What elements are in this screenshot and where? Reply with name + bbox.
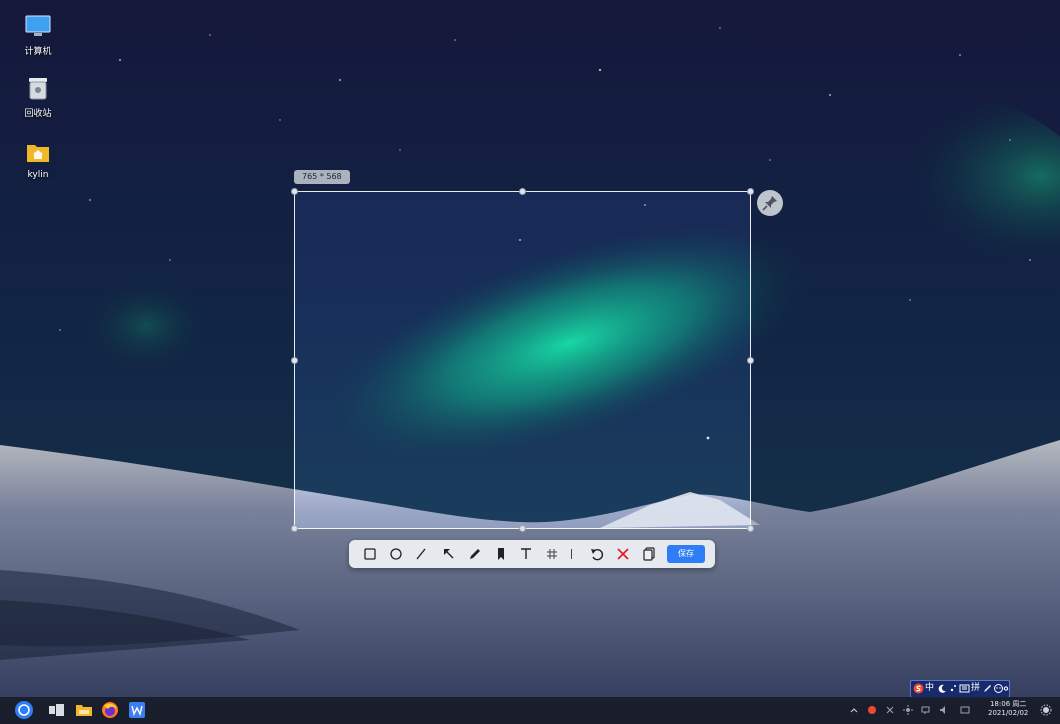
- sogou-tray-icon[interactable]: [867, 705, 877, 715]
- rectangle-icon: [364, 548, 376, 560]
- rectangle-tool[interactable]: [362, 546, 378, 562]
- save-button[interactable]: 保存: [667, 545, 705, 563]
- marker-tool[interactable]: [493, 546, 509, 562]
- pen-icon: [470, 549, 480, 559]
- pin-icon: [762, 196, 777, 211]
- desktop-icon-label: kylin: [27, 170, 49, 180]
- line-icon: [416, 548, 426, 560]
- ime-pinyin-mode[interactable]: 拼: [971, 683, 982, 694]
- ime-mode-chinese[interactable]: 中: [925, 683, 936, 694]
- mosaic-tool[interactable]: [544, 546, 560, 562]
- ime-status-bar: 中 拼: [910, 680, 1010, 698]
- sogou-logo-icon[interactable]: [913, 683, 924, 694]
- desktop: 计算机 回收站 kylin 765 * 568 保存 中 拼 18:06 周二 …: [0, 0, 1060, 724]
- clock-date: 2021/02/02: [988, 709, 1029, 717]
- resize-handle-bottom-left[interactable]: [291, 525, 298, 532]
- undo-button[interactable]: [589, 546, 605, 562]
- toolbar-separator: [571, 549, 572, 559]
- mosaic-icon: [547, 549, 557, 559]
- resize-handle-left[interactable]: [291, 357, 298, 364]
- resize-handle-top-left[interactable]: [291, 188, 298, 195]
- ellipse-tool[interactable]: [388, 546, 404, 562]
- desktop-icon-label: 计算机: [24, 47, 52, 57]
- desktop-icon-trash[interactable]: 回收站: [10, 74, 66, 119]
- firefox-icon[interactable]: [100, 700, 120, 720]
- selection-size-label: 765 * 568: [294, 170, 350, 184]
- copy-icon: [643, 547, 655, 561]
- resize-handle-right[interactable]: [747, 357, 754, 364]
- keyboard-icon[interactable]: [959, 683, 970, 694]
- clock-time: 18:06 周二: [989, 700, 1027, 708]
- desktop-icon-home-folder[interactable]: kylin: [10, 138, 66, 180]
- pin-screenshot-button[interactable]: [757, 190, 783, 216]
- trash-icon: [24, 74, 52, 102]
- punctuation-icon[interactable]: [948, 683, 959, 694]
- multitask-view-icon[interactable]: [46, 700, 66, 720]
- file-manager-icon[interactable]: [74, 700, 94, 720]
- resize-handle-bottom-right[interactable]: [747, 525, 754, 532]
- device-icon[interactable]: [921, 705, 931, 715]
- taskbar-clock[interactable]: 18:06 周二 2021/02/02: [988, 700, 1028, 718]
- taskbar: [0, 697, 1060, 724]
- desktop-icon-label: 回收站: [24, 109, 52, 119]
- notification-icon[interactable]: [960, 705, 970, 715]
- home-folder-icon: [24, 138, 52, 166]
- arrow-icon: [444, 549, 454, 559]
- screenshot-dim-overlay: [0, 191, 294, 529]
- screenshot-toolbar: 保存: [349, 540, 715, 568]
- screenshot-selection-area[interactable]: [291, 188, 754, 532]
- marker-icon: [498, 548, 504, 560]
- monitor-icon: [24, 12, 52, 40]
- volume-icon[interactable]: [939, 705, 949, 715]
- resize-handle-top-right[interactable]: [747, 188, 754, 195]
- screenshot-dim-overlay: [751, 191, 1060, 529]
- start-menu-icon[interactable]: [14, 700, 34, 720]
- desktop-icon-computer[interactable]: 计算机: [10, 12, 66, 57]
- chevron-up-icon[interactable]: [849, 705, 859, 715]
- cancel-button[interactable]: [615, 546, 631, 562]
- pen-tool[interactable]: [467, 546, 483, 562]
- screenshot-dim-overlay: [0, 0, 1060, 191]
- text-tool[interactable]: [518, 546, 534, 562]
- gear-icon[interactable]: [1003, 683, 1009, 694]
- wps-writer-icon[interactable]: [127, 700, 147, 720]
- undo-icon: [591, 548, 604, 561]
- moon-icon[interactable]: [937, 683, 948, 694]
- cancel-icon: [617, 548, 629, 560]
- line-tool[interactable]: [413, 546, 429, 562]
- resize-handle-top[interactable]: [519, 188, 526, 195]
- arrow-tool[interactable]: [441, 546, 457, 562]
- night-mode-icon[interactable]: [1040, 704, 1052, 716]
- network-icon[interactable]: [885, 705, 895, 715]
- ellipse-icon: [390, 548, 402, 560]
- copy-button[interactable]: [641, 546, 657, 562]
- pen-icon[interactable]: [982, 683, 993, 694]
- text-icon: [521, 548, 531, 559]
- resize-handle-bottom[interactable]: [519, 525, 526, 532]
- brightness-icon[interactable]: [903, 705, 913, 715]
